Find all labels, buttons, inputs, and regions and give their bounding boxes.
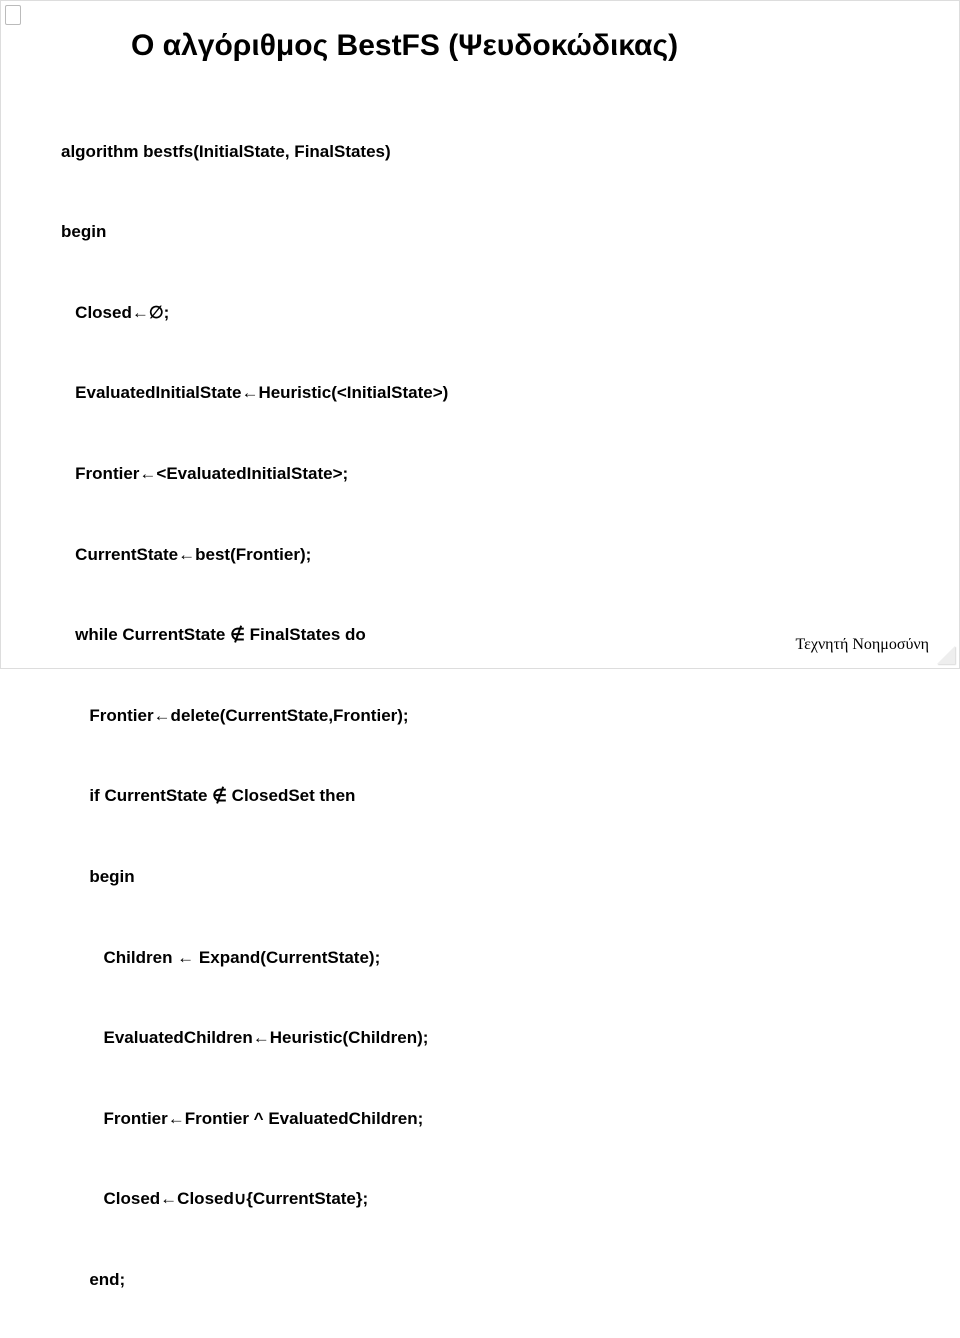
pseudocode-block: algorithm bestfs(InitialState, FinalStat…	[61, 85, 899, 1338]
code-line: CurrentState←best(Frontier);	[61, 542, 899, 569]
code-line: begin	[61, 864, 899, 891]
code-line: Frontier←<EvaluatedInitialState>;	[61, 461, 899, 488]
code-line: EvaluatedInitialState←Heuristic(<Initial…	[61, 380, 899, 407]
code-line: algorithm bestfs(InitialState, FinalStat…	[61, 139, 899, 166]
slide: Ο αλγόριθμος BestFS (Ψευδοκώδικας) algor…	[0, 0, 960, 669]
code-line: if CurrentState ∉ ClosedSet then	[61, 783, 899, 810]
code-line: Frontier←delete(CurrentState,Frontier);	[61, 703, 899, 730]
code-line: end;	[61, 1267, 899, 1294]
code-line: while CurrentState ∉ FinalStates do	[61, 622, 899, 649]
slide-title: Ο αλγόριθμος BestFS (Ψευδοκώδικας)	[131, 29, 899, 63]
code-line: EvaluatedChildren←Heuristic(Children);	[61, 1025, 899, 1052]
code-line: Closed←Closed∪{CurrentState};	[61, 1186, 899, 1213]
corner-decoration-top-left	[5, 5, 21, 25]
code-line: begin	[61, 219, 899, 246]
footer-text: Τεχνητή Νοημοσύνη	[795, 636, 929, 654]
code-line: Closed←∅;	[61, 300, 899, 327]
code-line: Children ← Expand(CurrentState);	[61, 945, 899, 972]
code-line: Frontier←Frontier ^ EvaluatedChildren;	[61, 1106, 899, 1133]
corner-decoration-bottom-right	[937, 646, 955, 664]
